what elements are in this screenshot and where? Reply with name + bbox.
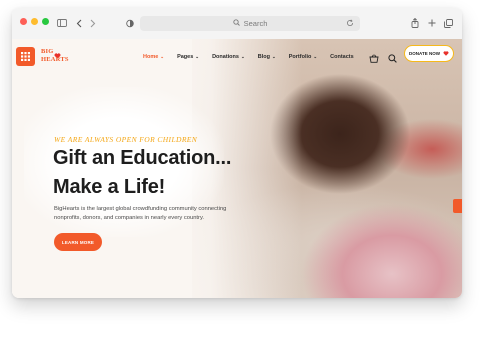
nav-item-label: Donations <box>212 54 239 60</box>
hero-headline-line-2: Make a Life! <box>53 176 166 198</box>
chevron-down-icon: ⌄ <box>240 54 245 59</box>
site-search-icon[interactable] <box>388 50 397 68</box>
main-nav: Home ⌄ Pages ⌄ Donations ⌄ Blog ⌄ Portfo… <box>143 51 367 63</box>
nav-item-label: Home <box>143 54 159 60</box>
chevron-down-icon: ⌄ <box>271 54 276 59</box>
nav-item-pages[interactable]: Pages ⌄ <box>177 51 199 63</box>
learn-more-button[interactable]: LEARN MORE <box>54 233 102 251</box>
zoom-window-button[interactable] <box>42 18 49 25</box>
chevron-down-icon: ⌄ <box>313 54 318 59</box>
nav-item-blog[interactable]: Blog ⌄ <box>258 51 276 63</box>
side-panel-tab[interactable] <box>453 199 462 213</box>
chevron-down-icon: ⌄ <box>195 54 200 59</box>
minimize-window-button[interactable] <box>31 18 38 25</box>
reload-icon[interactable] <box>346 19 354 29</box>
close-window-button[interactable] <box>20 18 27 25</box>
heart-icon <box>443 50 449 57</box>
donate-now-label: DONATE NOW <box>409 51 440 56</box>
forward-icon[interactable] <box>88 13 98 33</box>
nav-item-portfolio[interactable]: Portfolio ⌄ <box>289 51 317 63</box>
share-icon[interactable] <box>410 13 420 33</box>
address-placeholder: Search <box>243 19 268 28</box>
tabs-icon[interactable] <box>443 13 453 33</box>
basket-icon[interactable] <box>369 50 379 68</box>
menu-grid-button[interactable] <box>16 47 35 66</box>
nav-item-donations[interactable]: Donations ⌄ <box>212 51 245 63</box>
nav-item-home[interactable]: Home ⌄ <box>143 51 164 63</box>
site-header: BIG HEARTS Home ⌄ Pages ⌄ Donations ⌄ Bl… <box>12 39 462 77</box>
browser-window: Search BIG HEARTS Home ⌄ Pages ⌄ Donatio… <box>12 8 462 298</box>
nav-item-label: Portfolio <box>288 54 312 60</box>
hero-tagline: WE ARE ALWAYS OPEN FOR CHILDREN <box>54 135 198 144</box>
search-icon <box>232 19 240 28</box>
nav-item-contacts[interactable]: Contacts <box>330 51 354 63</box>
nav-item-label: Blog <box>257 54 270 60</box>
address-bar[interactable]: Search <box>140 16 360 31</box>
site-logo[interactable]: BIG HEARTS <box>41 46 75 68</box>
grid-icon <box>21 48 30 66</box>
sidebar-icon[interactable] <box>55 13 69 33</box>
hero-description: BigHearts is the largest global crowdfun… <box>54 206 227 221</box>
shield-icon[interactable] <box>125 13 135 33</box>
back-icon[interactable] <box>74 13 84 33</box>
donate-now-button[interactable]: DONATE NOW <box>404 45 454 62</box>
new-tab-icon[interactable] <box>427 13 437 33</box>
logo-line-1: BIG <box>41 48 54 55</box>
hero-headline-line-1: Gift an Education... <box>53 147 232 169</box>
logo-line-2: HEARTS <box>41 56 69 63</box>
website-viewport: BIG HEARTS Home ⌄ Pages ⌄ Donations ⌄ Bl… <box>12 39 462 298</box>
nav-item-label: Contacts <box>330 54 354 60</box>
browser-toolbar: Search <box>12 8 462 40</box>
learn-more-label: LEARN MORE <box>61 239 95 245</box>
nav-item-label: Pages <box>177 54 194 60</box>
chevron-down-icon: ⌄ <box>160 54 165 59</box>
